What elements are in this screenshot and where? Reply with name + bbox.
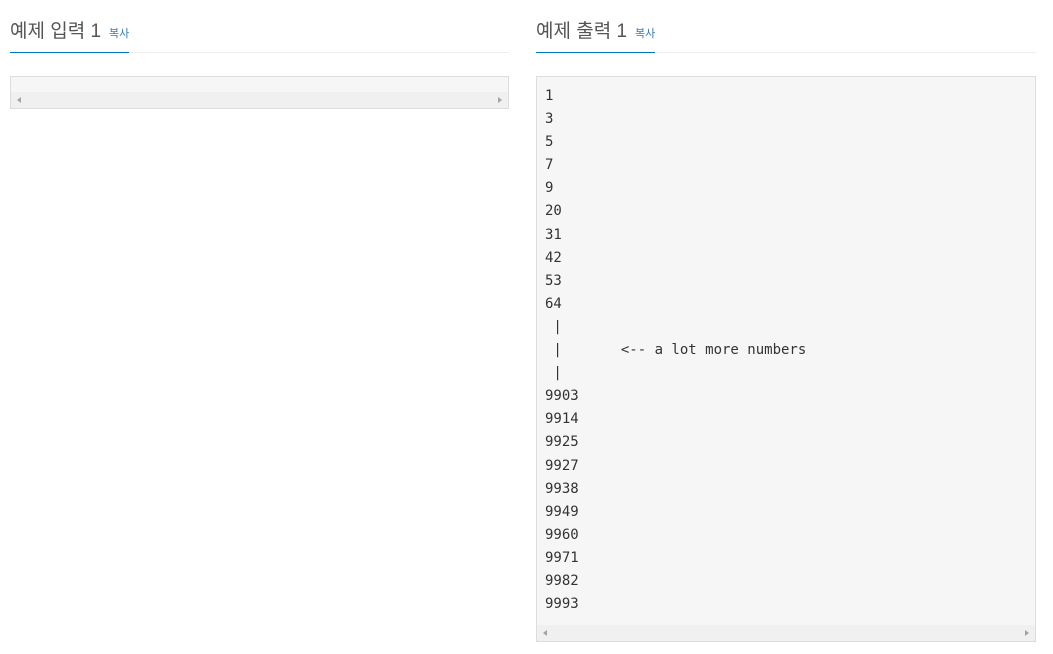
sample-input-headline: 예제 입력 1 복사 bbox=[10, 0, 509, 53]
output-line: 9914 bbox=[545, 411, 579, 428]
output-line: 42 bbox=[545, 249, 562, 266]
output-line: 9982 bbox=[545, 572, 579, 589]
chevron-right-icon[interactable] bbox=[1025, 630, 1029, 636]
output-line: 5 bbox=[545, 134, 554, 151]
chevron-left-icon[interactable] bbox=[543, 630, 547, 636]
output-line: 31 bbox=[545, 226, 562, 243]
sample-output-headline: 예제 출력 1 복사 bbox=[536, 0, 1036, 53]
output-line: 9 bbox=[545, 180, 554, 197]
horizontal-scrollbar[interactable] bbox=[537, 625, 1035, 641]
output-line: | bbox=[545, 365, 562, 382]
output-line: 9971 bbox=[545, 549, 579, 566]
sample-input-content bbox=[11, 77, 508, 85]
sample-output-content: 1 3 5 7 9 20 31 42 53 64 | | <-- a lot more numbe… bbox=[537, 77, 1035, 616]
output-line: 7 bbox=[545, 157, 554, 174]
output-line: 9903 bbox=[545, 388, 579, 405]
output-line: | <-- a lot more numbers bbox=[545, 342, 807, 359]
output-line: 9927 bbox=[545, 457, 579, 474]
output-line: 53 bbox=[545, 272, 562, 289]
horizontal-scrollbar[interactable] bbox=[11, 92, 508, 108]
sample-output-panel: 예제 출력 1 복사 1 3 5 7 9 20 31 42 53 64 | | <-- a lot… bbox=[536, 0, 1036, 642]
sample-output-headline-inner: 예제 출력 1 복사 bbox=[536, 21, 656, 53]
copy-input-button[interactable]: 복사 bbox=[109, 25, 129, 41]
chevron-left-icon[interactable] bbox=[17, 97, 21, 103]
sample-input-panel: 예제 입력 1 복사 bbox=[10, 0, 509, 109]
sample-output-box[interactable]: 1 3 5 7 9 20 31 42 53 64 | | <-- a lot more numbe… bbox=[536, 76, 1036, 642]
sample-input-box[interactable] bbox=[10, 76, 509, 109]
output-line: 3 bbox=[545, 111, 554, 128]
output-line: 9960 bbox=[545, 526, 579, 543]
output-line: 9925 bbox=[545, 434, 579, 451]
output-line: 64 bbox=[545, 295, 562, 312]
output-line: 1 bbox=[545, 88, 554, 104]
output-line: 20 bbox=[545, 203, 562, 220]
sample-input-headline-inner: 예제 입력 1 복사 bbox=[10, 21, 130, 53]
chevron-right-icon[interactable] bbox=[498, 97, 502, 103]
copy-output-button[interactable]: 복사 bbox=[635, 25, 655, 41]
output-line: 9993 bbox=[545, 596, 579, 613]
output-line: 9949 bbox=[545, 503, 579, 520]
sample-input-title: 예제 입력 1 bbox=[10, 21, 102, 42]
output-line: 9938 bbox=[545, 480, 579, 497]
output-line: | bbox=[545, 318, 562, 335]
sample-output-title: 예제 출력 1 bbox=[536, 21, 628, 42]
